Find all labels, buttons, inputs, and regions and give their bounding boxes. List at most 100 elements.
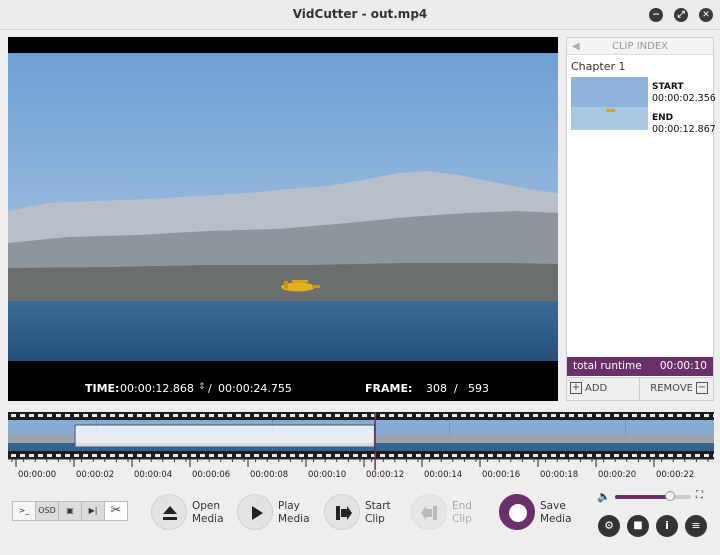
- clip-index-panel: ◀ CLIP INDEX Chapter 1 START 00:00:02.35…: [566, 37, 716, 401]
- sprocket-hole: [155, 454, 160, 457]
- sprocket-hole: [317, 454, 322, 457]
- screenshot-icon[interactable]: ▣: [58, 501, 82, 521]
- end-clip-button[interactable]: [411, 494, 447, 530]
- clip-end-label: END: [652, 113, 674, 123]
- sprocket-hole: [353, 454, 358, 457]
- sprocket-hole: [587, 454, 592, 457]
- console-button[interactable]: >_: [12, 501, 36, 521]
- sprocket-hole: [515, 454, 520, 457]
- sprocket-hole: [38, 414, 43, 417]
- minus-icon: −: [696, 382, 708, 394]
- tick-label: 00:00:14: [424, 470, 462, 480]
- osd-button[interactable]: OSD: [35, 501, 59, 521]
- timeline-ticks: 00:00:00 00:00:02 00:00:04 00:00:06 00:00:08…: [8, 458, 714, 480]
- sprocket-hole: [569, 454, 574, 457]
- volume-handle[interactable]: [664, 491, 675, 501]
- save-media-label: Save Media: [540, 500, 572, 525]
- chapter-title[interactable]: Chapter 1: [571, 60, 625, 73]
- time-spin-icon[interactable]: ⇕: [198, 382, 206, 392]
- sprocket-hole: [200, 414, 205, 417]
- minimize-button[interactable]: −: [649, 8, 663, 22]
- tick-label: 00:00:06: [192, 470, 230, 480]
- sprocket-hole: [110, 454, 115, 457]
- sprocket-hole: [83, 414, 88, 417]
- sprocket-hole: [443, 414, 448, 417]
- tick-label: 00:00:08: [250, 470, 288, 480]
- close-button[interactable]: ✕: [699, 8, 713, 22]
- sprocket-hole: [209, 454, 214, 457]
- sprocket-hole: [470, 414, 475, 417]
- volume-slider[interactable]: [615, 491, 691, 501]
- timeline-filmstrip[interactable]: [8, 412, 714, 459]
- sprocket-hole: [434, 454, 439, 457]
- remove-clip-button[interactable]: REMOVE −: [640, 378, 713, 400]
- sprocket-hole: [659, 454, 664, 457]
- sprocket-hole: [560, 414, 565, 417]
- sprocket-hole: [344, 454, 349, 457]
- sprocket-hole: [209, 414, 214, 417]
- sprocket-hole: [164, 454, 169, 457]
- video-frame: [8, 53, 558, 361]
- sprocket-hole: [20, 454, 25, 457]
- settings-gear-icon[interactable]: ⚙: [598, 515, 620, 537]
- sprocket-hole: [488, 454, 493, 457]
- sprocket-hole: [542, 414, 547, 417]
- collapse-arrow-icon[interactable]: ◀: [572, 38, 580, 55]
- sprocket-hole: [128, 414, 133, 417]
- tick-label: 00:00:04: [134, 470, 172, 480]
- sprocket-hole: [677, 414, 682, 417]
- mode-buttons: >_ OSD ▣ ▶| ✂: [12, 501, 128, 521]
- save-media-button[interactable]: [499, 494, 535, 530]
- skip-frame-icon[interactable]: ▶|: [81, 501, 105, 521]
- sprocket-hole: [65, 454, 70, 457]
- sprocket-hole: [47, 454, 52, 457]
- open-media-button[interactable]: [151, 494, 187, 530]
- film-thumb-sea: [449, 443, 538, 451]
- fullscreen-icon[interactable]: ⛶: [696, 490, 703, 501]
- video-player[interactable]: TIME: 00:00:12.868 ⇕ / 00:00:24.755 FRAM…: [8, 37, 558, 401]
- sprocket-hole: [551, 454, 556, 457]
- title-bar: VidCutter - out.mp4 − ⤢ ✕: [0, 0, 720, 30]
- info-icon[interactable]: i: [656, 515, 678, 537]
- volume-icon[interactable]: 🔈: [597, 490, 611, 503]
- media-info-camera-icon[interactable]: ■: [627, 515, 649, 537]
- menu-list-icon[interactable]: ≡: [685, 515, 707, 537]
- play-media-button[interactable]: [237, 494, 273, 530]
- sprocket-hole: [362, 414, 367, 417]
- sprocket-hole: [299, 414, 304, 417]
- clip-end-time: 00:00:12.867: [652, 124, 716, 135]
- time-label: TIME:: [85, 382, 120, 395]
- sprocket-hole: [560, 454, 565, 457]
- sprocket-hole: [380, 414, 385, 417]
- maximize-button[interactable]: ⤢: [674, 8, 688, 22]
- scissors-icon[interactable]: ✂: [104, 501, 128, 521]
- sprocket-hole: [380, 454, 385, 457]
- start-clip-icon: [336, 506, 352, 520]
- window-title: VidCutter - out.mp4: [292, 7, 428, 21]
- sprocket-hole: [461, 454, 466, 457]
- sprocket-hole: [92, 454, 97, 457]
- add-clip-button[interactable]: + ADD: [567, 378, 640, 400]
- sprocket-hole: [605, 414, 610, 417]
- sprocket-hole: [119, 454, 124, 457]
- sprocket-hole: [515, 414, 520, 417]
- sprocket-hole: [488, 414, 493, 417]
- sprocket-hole: [461, 414, 466, 417]
- sprocket-hole: [227, 414, 232, 417]
- timeline-scale: 00:00:00 00:00:02 00:00:04 00:00:06 00:00:08…: [8, 458, 714, 480]
- sprocket-hole: [308, 454, 313, 457]
- sprocket-hole: [497, 454, 502, 457]
- sprocket-hole: [533, 454, 538, 457]
- runtime-value: 00:00:10: [659, 360, 707, 372]
- start-clip-button[interactable]: [324, 494, 360, 530]
- sprocket-hole: [29, 454, 34, 457]
- sprocket-hole: [254, 414, 259, 417]
- sprocket-hole: [155, 414, 160, 417]
- sprocket-hole: [641, 454, 646, 457]
- sprocket-hole: [452, 454, 457, 457]
- add-label: ADD: [585, 383, 608, 394]
- toolbar: >_ OSD ▣ ▶| ✂ Open Media Play Media Star…: [0, 488, 720, 548]
- clip-thumbnail[interactable]: [571, 77, 648, 130]
- sprocket-hole: [452, 414, 457, 417]
- sprocket-hole: [245, 414, 250, 417]
